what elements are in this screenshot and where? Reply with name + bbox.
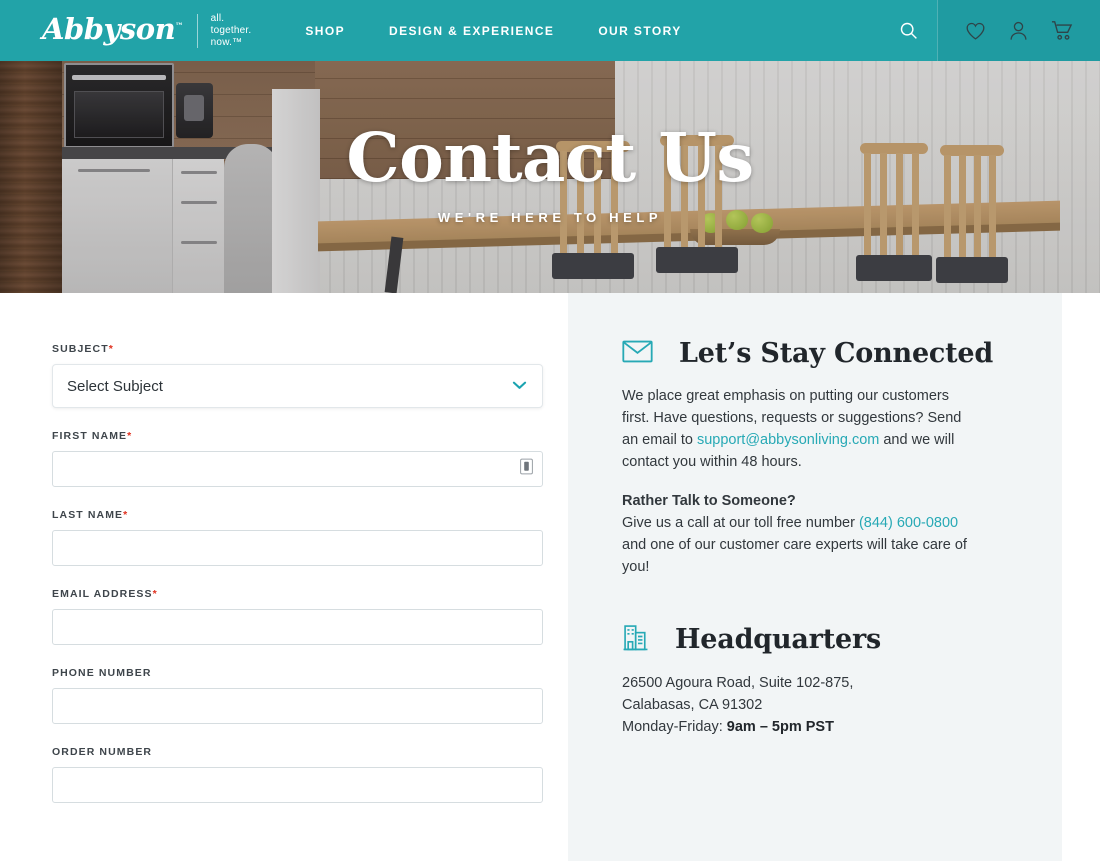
page-title: Contact Us xyxy=(346,117,754,197)
contact-info-panel: Let’s Stay Connected We place great emph… xyxy=(568,293,1062,861)
hours-value: 9am – 5pm PST xyxy=(726,719,834,735)
field-email-address: EMAIL ADDRESS* xyxy=(52,588,543,645)
phone-number-link[interactable]: (844) 600-0800 xyxy=(859,515,958,531)
field-order-number: ORDER NUMBER xyxy=(52,746,543,803)
logo-tagline: all. together. now.™ xyxy=(211,13,252,49)
headquarters-title: Headquarters xyxy=(675,623,881,655)
address-line-2: Calabasas, CA 91302 xyxy=(622,697,763,713)
logo[interactable]: Abbyson™ all. together. now.™ xyxy=(42,0,251,61)
search-button[interactable] xyxy=(880,0,937,61)
field-first-name: FIRST NAME* xyxy=(52,430,543,487)
logo-tagline-line-2: together. xyxy=(210,24,252,36)
hours-label: Monday-Friday: xyxy=(622,719,727,735)
envelope-icon xyxy=(622,340,653,368)
contact-form: SUBJECT* Select Subject FIRST NAME* LAST… xyxy=(0,293,568,861)
phone-text-part-1: Give us a call at our toll free number xyxy=(622,515,859,531)
rather-talk-text: Rather Talk to Someone? xyxy=(622,493,796,509)
label-order-number: ORDER NUMBER xyxy=(52,746,153,758)
headquarters-header: Headquarters xyxy=(622,622,1022,656)
last-name-input[interactable] xyxy=(52,530,543,566)
support-email-link[interactable]: support@abbysonliving.com xyxy=(697,432,879,448)
nav-item-our-story[interactable]: OUR STORY xyxy=(576,24,703,38)
business-hours: Monday-Friday: 9am – 5pm PST xyxy=(622,716,968,738)
label-last-name: LAST NAME* xyxy=(52,509,129,521)
main-content: SUBJECT* Select Subject FIRST NAME* LAST… xyxy=(0,293,1100,861)
phone-paragraph: Give us a call at our toll free number (… xyxy=(622,512,968,578)
hero-banner: Contact Us WE'RE HERE TO HELP xyxy=(0,61,1100,293)
email-address-input[interactable] xyxy=(52,609,543,645)
first-name-input[interactable] xyxy=(52,451,543,487)
contact-info-column: Let’s Stay Connected We place great emph… xyxy=(568,293,1100,861)
nav-item-design-experience[interactable]: DESIGN & EXPERIENCE xyxy=(367,24,576,38)
required-marker: * xyxy=(152,588,158,600)
required-marker: * xyxy=(127,430,133,442)
hero-subtitle: WE'RE HERE TO HELP xyxy=(437,209,663,225)
site-header: Abbyson™ all. together. now.™ SHOP DESIG… xyxy=(0,0,1100,61)
search-icon[interactable] xyxy=(898,20,919,41)
header-icon-group xyxy=(937,0,1100,61)
cart-icon[interactable] xyxy=(1051,20,1073,41)
address-line-1: 26500 Agoura Road, Suite 102-875, xyxy=(622,675,854,691)
logo-wordmark: Abbyson™ xyxy=(42,12,183,46)
subject-select-value: Select Subject xyxy=(67,377,163,395)
header-actions xyxy=(880,0,1100,61)
field-phone-number: PHONE NUMBER xyxy=(52,667,543,724)
logo-tagline-line-3: now.™ xyxy=(210,36,243,48)
logo-trademark: ™ xyxy=(175,20,183,31)
phone-number-input[interactable] xyxy=(52,688,543,724)
phone-text-part-2: and one of our customer care experts wil… xyxy=(622,537,967,575)
autofill-contact-icon[interactable] xyxy=(520,458,533,480)
order-number-input[interactable] xyxy=(52,767,543,803)
label-first-name: FIRST NAME* xyxy=(52,430,133,442)
building-icon xyxy=(622,622,649,656)
stay-connected-paragraph: We place great emphasis on putting our c… xyxy=(622,385,968,473)
rather-talk-subhead: Rather Talk to Someone? xyxy=(622,490,968,512)
nav-item-shop[interactable]: SHOP xyxy=(283,24,367,38)
subject-select[interactable]: Select Subject xyxy=(52,364,543,408)
account-icon[interactable] xyxy=(1009,20,1028,41)
stay-connected-header: Let’s Stay Connected xyxy=(622,338,1022,369)
main-navigation: SHOP DESIGN & EXPERIENCE OUR STORY xyxy=(283,24,703,38)
field-subject: SUBJECT* Select Subject xyxy=(52,343,543,408)
headquarters-address: 26500 Agoura Road, Suite 102-875, Calaba… xyxy=(622,672,968,716)
required-marker: * xyxy=(108,343,114,355)
logo-divider xyxy=(196,13,198,48)
logo-tagline-line-1: all. xyxy=(210,12,225,24)
hero-text-block: Contact Us WE'RE HERE TO HELP xyxy=(0,61,1100,293)
label-email-address: EMAIL ADDRESS* xyxy=(52,588,158,600)
label-phone-number: PHONE NUMBER xyxy=(52,667,152,679)
field-last-name: LAST NAME* xyxy=(52,509,543,566)
label-subject: SUBJECT* xyxy=(52,343,114,355)
stay-connected-title: Let’s Stay Connected xyxy=(679,338,994,369)
required-marker: * xyxy=(123,509,129,521)
heart-icon[interactable] xyxy=(965,21,986,41)
